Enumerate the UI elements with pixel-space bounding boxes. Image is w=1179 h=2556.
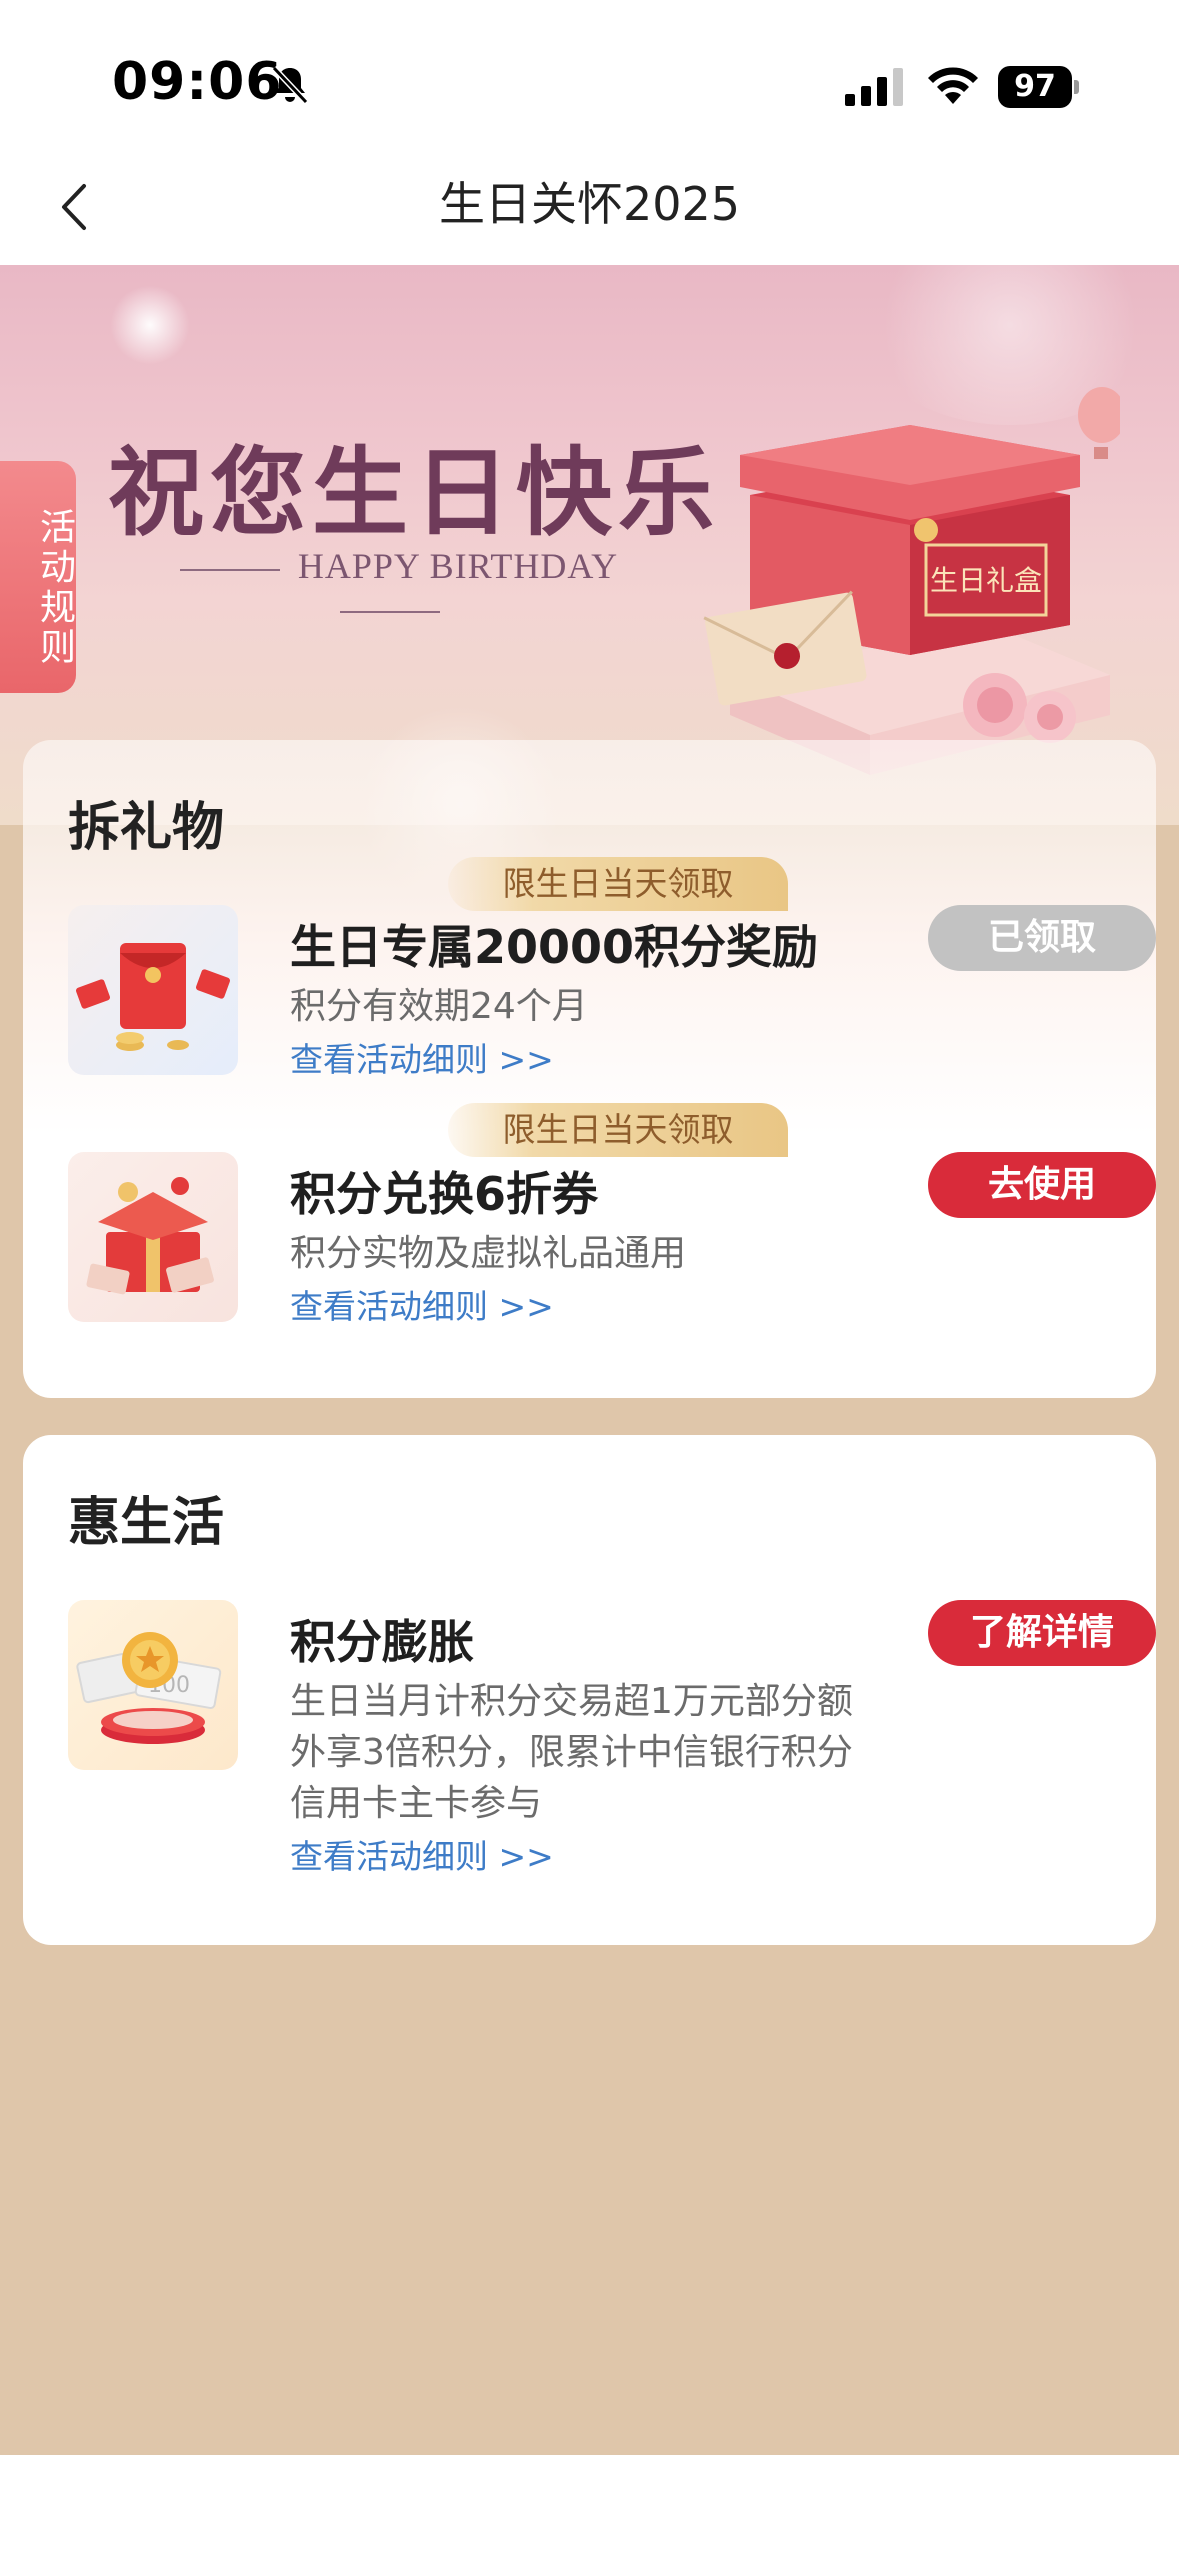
life-card: 惠生活 100 积分膨胀 生日当月计积分交易超1万元部分额 外享3倍积分，限累计… — [23, 1435, 1156, 1945]
item-description: 积分实物及虚拟礼品通用 — [290, 1233, 687, 1274]
hero-title: 祝您生日快乐 — [108, 437, 720, 549]
red-envelope-thumbnail — [68, 905, 238, 1075]
gift-box-illustration: 生日礼盒 — [703, 387, 1120, 775]
bell-muted-icon — [271, 65, 309, 105]
item-description-line: 生日当月计积分交易超1万元部分额 — [290, 1681, 853, 1722]
claimed-button[interactable]: 已领取 — [928, 905, 1156, 971]
view-rules-link[interactable]: 查看活动细则 >> — [290, 1830, 554, 1878]
item-title: 生日专属20000积分奖励 — [290, 920, 819, 974]
bottom-safe-area — [0, 2455, 1179, 2556]
birthday-only-tag: 限生日当天领取 — [448, 1103, 788, 1157]
item-title: 积分膨胀 — [290, 1615, 474, 1669]
gift-card: 拆礼物 限生日当天领取 生日专属20000积分奖励 积分有效期24个月 查看活动… — [23, 740, 1156, 1398]
list-item: 100 积分膨胀 生日当月计积分交易超1万元部分额 外享3倍积分，限累计中信银行… — [68, 1600, 1156, 1880]
use-button[interactable]: 去使用 — [928, 1152, 1156, 1218]
balloon-icon — [1078, 387, 1120, 459]
coin-icon: 100 — [76, 1632, 222, 1744]
nav-bar: 生日关怀2025 — [0, 150, 1179, 265]
gift-box-thumbnail — [68, 1152, 238, 1322]
view-rules-link[interactable]: 查看活动细则 >> — [290, 1033, 554, 1081]
battery-icon: 97 — [998, 66, 1080, 108]
list-item: 积分兑换6折券 积分实物及虚拟礼品通用 查看活动细则 >> 去使用 — [68, 1152, 1156, 1332]
red-envelope-icon — [75, 943, 231, 1051]
item-description: 生日当月计积分交易超1万元部分额 外享3倍积分，限累计中信银行积分 信用卡主卡参… — [290, 1676, 853, 1829]
wifi-icon — [928, 67, 978, 104]
item-description: 积分有效期24个月 — [290, 986, 588, 1027]
status-bar: 09:06 97 — [0, 0, 1179, 150]
gift-section-title: 拆礼物 — [68, 798, 225, 858]
item-description-line: 信用卡主卡参与 — [290, 1783, 543, 1824]
item-description-line: 外享3倍积分，限累计中信银行积分 — [290, 1732, 853, 1773]
item-title: 积分兑换6折券 — [290, 1167, 599, 1221]
page-content: 祝您生日快乐 HAPPY BIRTHDAY 生日礼盒 活动规则 拆礼物 限生日当… — [0, 265, 1179, 2455]
points-boost-thumbnail: 100 — [68, 1600, 238, 1770]
view-rules-link[interactable]: 查看活动细则 >> — [290, 1280, 554, 1328]
gift-box-label: 生日礼盒 — [930, 564, 1042, 597]
battery-level: 97 — [998, 66, 1072, 108]
activity-rules-tab[interactable]: 活动规则 — [0, 461, 76, 693]
hero-subtitle: HAPPY BIRTHDAY — [115, 545, 665, 629]
page-title: 生日关怀2025 — [438, 177, 741, 231]
birthday-only-tag: 限生日当天领取 — [448, 857, 788, 911]
status-time: 09:06 — [112, 52, 283, 112]
list-item: 生日专属20000积分奖励 积分有效期24个月 查看活动细则 >> 已领取 — [68, 905, 1156, 1085]
signal-icon — [845, 68, 903, 106]
life-section-title: 惠生活 — [68, 1493, 225, 1553]
learn-more-button[interactable]: 了解详情 — [928, 1600, 1156, 1666]
open-gift-icon — [86, 1177, 214, 1295]
